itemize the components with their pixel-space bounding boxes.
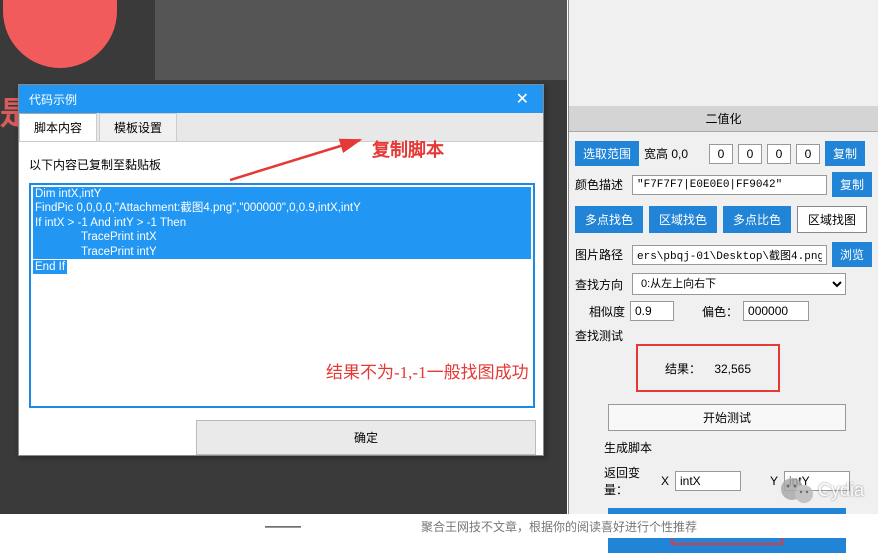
code-line: TracePrint intY <box>33 245 531 259</box>
bottom-left-text: ——— <box>0 519 301 533</box>
search-dir-select[interactable]: 0:从左上向右下 <box>632 273 846 295</box>
color-desc-input[interactable] <box>632 175 827 195</box>
annotation-copy-script: 复制脚本 <box>372 136 444 162</box>
start-test-button[interactable]: 开始测试 <box>608 404 846 431</box>
color-desc-row: 颜色描述 复制 <box>569 169 878 200</box>
similarity-input[interactable] <box>630 301 674 321</box>
code-example-dialog: 代码示例 ✕ 脚本内容 模板设置 以下内容已复制至黏贴板 Dim intX,in… <box>18 84 544 456</box>
code-line: FindPic 0,0,0,0,"Attachment:截图4.png","00… <box>33 201 531 215</box>
tab-multi-compare-color[interactable]: 多点比色 <box>723 206 791 233</box>
tab-multi-find-color[interactable]: 多点找色 <box>575 206 643 233</box>
select-range-button[interactable]: 选取范围 <box>575 141 639 166</box>
dialog-tab-bar: 脚本内容 模板设置 <box>19 113 543 142</box>
clipboard-note: 以下内容已复制至黏贴板 <box>29 150 533 183</box>
cydia-text: Cydia <box>818 480 864 501</box>
dialog-title: 代码示例 <box>29 91 77 108</box>
tab-script-content[interactable]: 脚本内容 <box>19 113 97 141</box>
similarity-label: 相似度 <box>575 303 625 320</box>
x-label: X <box>661 474 669 488</box>
panel-title: 二值化 <box>569 106 878 132</box>
editor-top-strip <box>155 0 567 80</box>
wh-label: 宽高 0,0 <box>644 145 704 162</box>
coord-input-a[interactable] <box>709 144 733 164</box>
coord-input-c[interactable] <box>767 144 791 164</box>
app-logo <box>3 0 117 68</box>
search-dir-row: 查找方向 0:从左上向右下 <box>569 270 878 298</box>
close-icon[interactable]: ✕ <box>512 89 533 109</box>
code-line: End If <box>33 260 67 274</box>
offset-input[interactable] <box>743 301 809 321</box>
color-desc-label: 颜色描述 <box>575 176 627 193</box>
gen-script-label: 生成脚本 <box>594 435 860 460</box>
wechat-icon <box>780 476 814 504</box>
code-line: If intX > -1 And intY > -1 Then <box>33 216 531 230</box>
annotation-result-note: 结果不为-1,-1一般找图成功 <box>326 358 529 383</box>
image-path-label: 图片路径 <box>575 246 627 263</box>
image-path-input[interactable] <box>632 245 827 265</box>
result-box: 结果： 32,565 <box>636 344 780 392</box>
tab-template-settings[interactable]: 模板设置 <box>99 113 177 141</box>
tab-area-find-image[interactable]: 区域找图 <box>797 206 867 233</box>
dialog-titlebar[interactable]: 代码示例 ✕ <box>19 85 543 113</box>
range-row: 选取范围 宽高 0,0 复制 <box>569 138 878 169</box>
coord-input-b[interactable] <box>738 144 762 164</box>
similarity-row: 相似度 偏色： <box>569 298 878 324</box>
bottom-right-text: 聚合王网技不文章，根据你的阅读喜好进行个性推荐 <box>301 518 697 535</box>
browse-button[interactable]: 浏览 <box>832 242 872 267</box>
return-var-label: 返回变量： <box>604 464 655 498</box>
mode-tabs: 多点找色 区域找色 多点比色 区域找图 <box>569 200 878 239</box>
copy-color-button[interactable]: 复制 <box>832 172 872 197</box>
result-label: 结果： <box>665 362 701 376</box>
cydia-watermark: Cydia <box>780 476 864 504</box>
search-test-label: 查找测试 <box>575 327 627 344</box>
dialog-footer: 确定 <box>19 420 543 455</box>
offset-label: 偏色： <box>702 303 738 320</box>
ok-button[interactable]: 确定 <box>196 420 536 455</box>
bottom-strip: ——— 聚合王网技不文章，根据你的阅读喜好进行个性推荐 <box>0 514 878 538</box>
coord-input-d[interactable] <box>796 144 820 164</box>
y-label: Y <box>770 474 778 488</box>
copy-coords-button[interactable]: 复制 <box>825 141 865 166</box>
search-dir-label: 查找方向 <box>575 276 627 293</box>
tab-area-find-color[interactable]: 区域找色 <box>649 206 717 233</box>
return-x-input[interactable] <box>675 471 741 491</box>
code-line: TracePrint intX <box>33 230 531 244</box>
result-value: 32,565 <box>714 362 751 376</box>
image-path-row: 图片路径 浏览 <box>569 239 878 270</box>
code-line: Dim intX,intY <box>33 187 531 201</box>
